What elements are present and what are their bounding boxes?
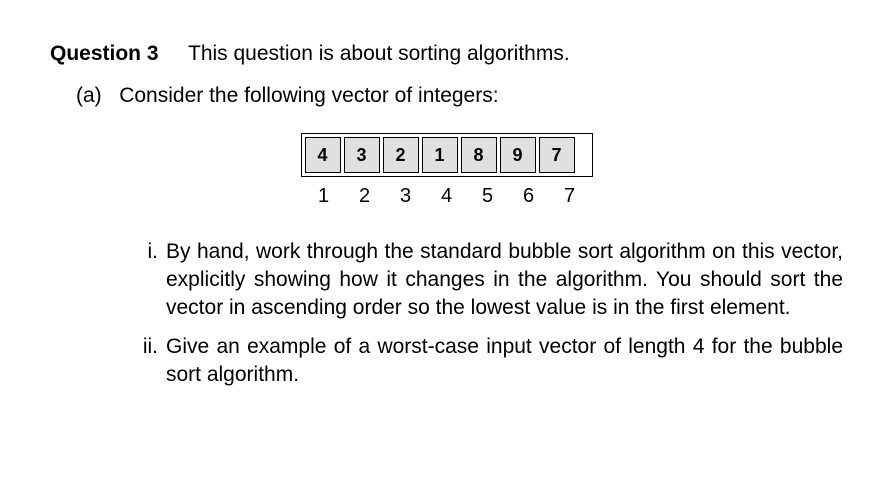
vector-cell: 8 xyxy=(461,137,497,173)
subpart-i-text: By hand, work through the standard bubbl… xyxy=(166,238,843,323)
part-a: (a) Consider the following vector of int… xyxy=(76,82,843,110)
vector-index: 2 xyxy=(346,183,384,210)
vector-index: 7 xyxy=(551,183,589,210)
subpart-ii-text: Give an example of a worst-case input ve… xyxy=(166,333,843,390)
subparts: i. By hand, work through the standard bu… xyxy=(132,238,843,390)
subpart-i: i. By hand, work through the standard bu… xyxy=(132,238,843,323)
vector-index: 3 xyxy=(387,183,425,210)
vector-cell: 9 xyxy=(500,137,536,173)
vector-cell: 3 xyxy=(344,137,380,173)
vector-cell: 2 xyxy=(383,137,419,173)
vector-index: 5 xyxy=(469,183,507,210)
question-description: This question is about sorting algorithm… xyxy=(188,42,570,65)
vector-indices: 1 2 3 4 5 6 7 xyxy=(301,183,593,210)
vector-cell: 1 xyxy=(422,137,458,173)
vector-index: 4 xyxy=(428,183,466,210)
question-page: Question 3 This question is about sortin… xyxy=(0,0,893,389)
vector-diagram: 4 3 2 1 8 9 7 1 2 3 4 5 6 7 xyxy=(50,133,843,210)
question-label: Question 3 xyxy=(50,40,159,68)
vector-index: 6 xyxy=(510,183,548,210)
vector-index: 1 xyxy=(305,183,343,210)
subpart-i-label: i. xyxy=(132,238,158,323)
vector-cell: 7 xyxy=(539,137,575,173)
subpart-ii-label: ii. xyxy=(132,333,158,390)
subpart-ii: ii. Give an example of a worst-case inpu… xyxy=(132,333,843,390)
question-header: Question 3 This question is about sortin… xyxy=(50,40,843,68)
vector-cell: 4 xyxy=(305,137,341,173)
part-a-label: (a) xyxy=(76,84,102,107)
part-a-text: Consider the following vector of integer… xyxy=(119,84,498,107)
vector-cells: 4 3 2 1 8 9 7 xyxy=(301,133,593,177)
